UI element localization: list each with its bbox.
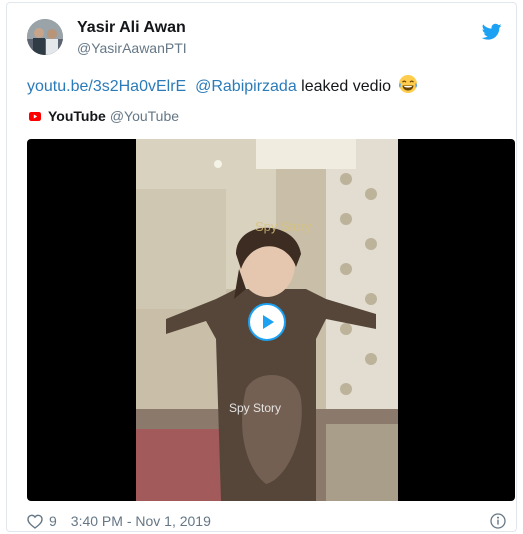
video-link[interactable]: youtu.be/3s2Ha0vElrE [27,78,186,95]
play-icon [263,315,274,329]
play-button[interactable] [248,303,286,341]
twitter-bird-icon[interactable] [482,23,502,41]
tweet-text: youtu.be/3s2Ha0vElrE @Rabipirzada leaked… [27,74,418,98]
source-handle: @YouTube [109,108,180,124]
info-icon[interactable] [490,513,506,529]
like-count[interactable]: 9 [49,513,57,529]
timestamp[interactable]: 3:40 PM - Nov 1, 2019 [71,513,211,529]
source-name: YouTube [48,108,106,124]
card-source[interactable]: YouTube @YouTube [29,108,179,124]
watermark-top: Spy Story [255,219,312,234]
author-handle[interactable]: @YasirAawanPTI [77,40,187,56]
mention-link[interactable]: @Rabipirzada [195,78,297,95]
avatar[interactable] [27,19,63,55]
author-name[interactable]: Yasir Ali Awan [77,19,186,37]
heart-icon[interactable] [27,514,43,529]
youtube-logo-icon [29,111,41,121]
embedded-tweet: Yasir Ali Awan @YasirAawanPTI youtu.be/3… [6,2,517,532]
video-player[interactable]: Spy Story Spy Story [27,139,515,501]
tweet-footer: 9 3:40 PM - Nov 1, 2019 [27,513,211,529]
watermark-mid: Spy Story [229,401,282,415]
joy-emoji-icon [399,75,418,93]
tweet-body: leaked vedio [301,78,392,95]
